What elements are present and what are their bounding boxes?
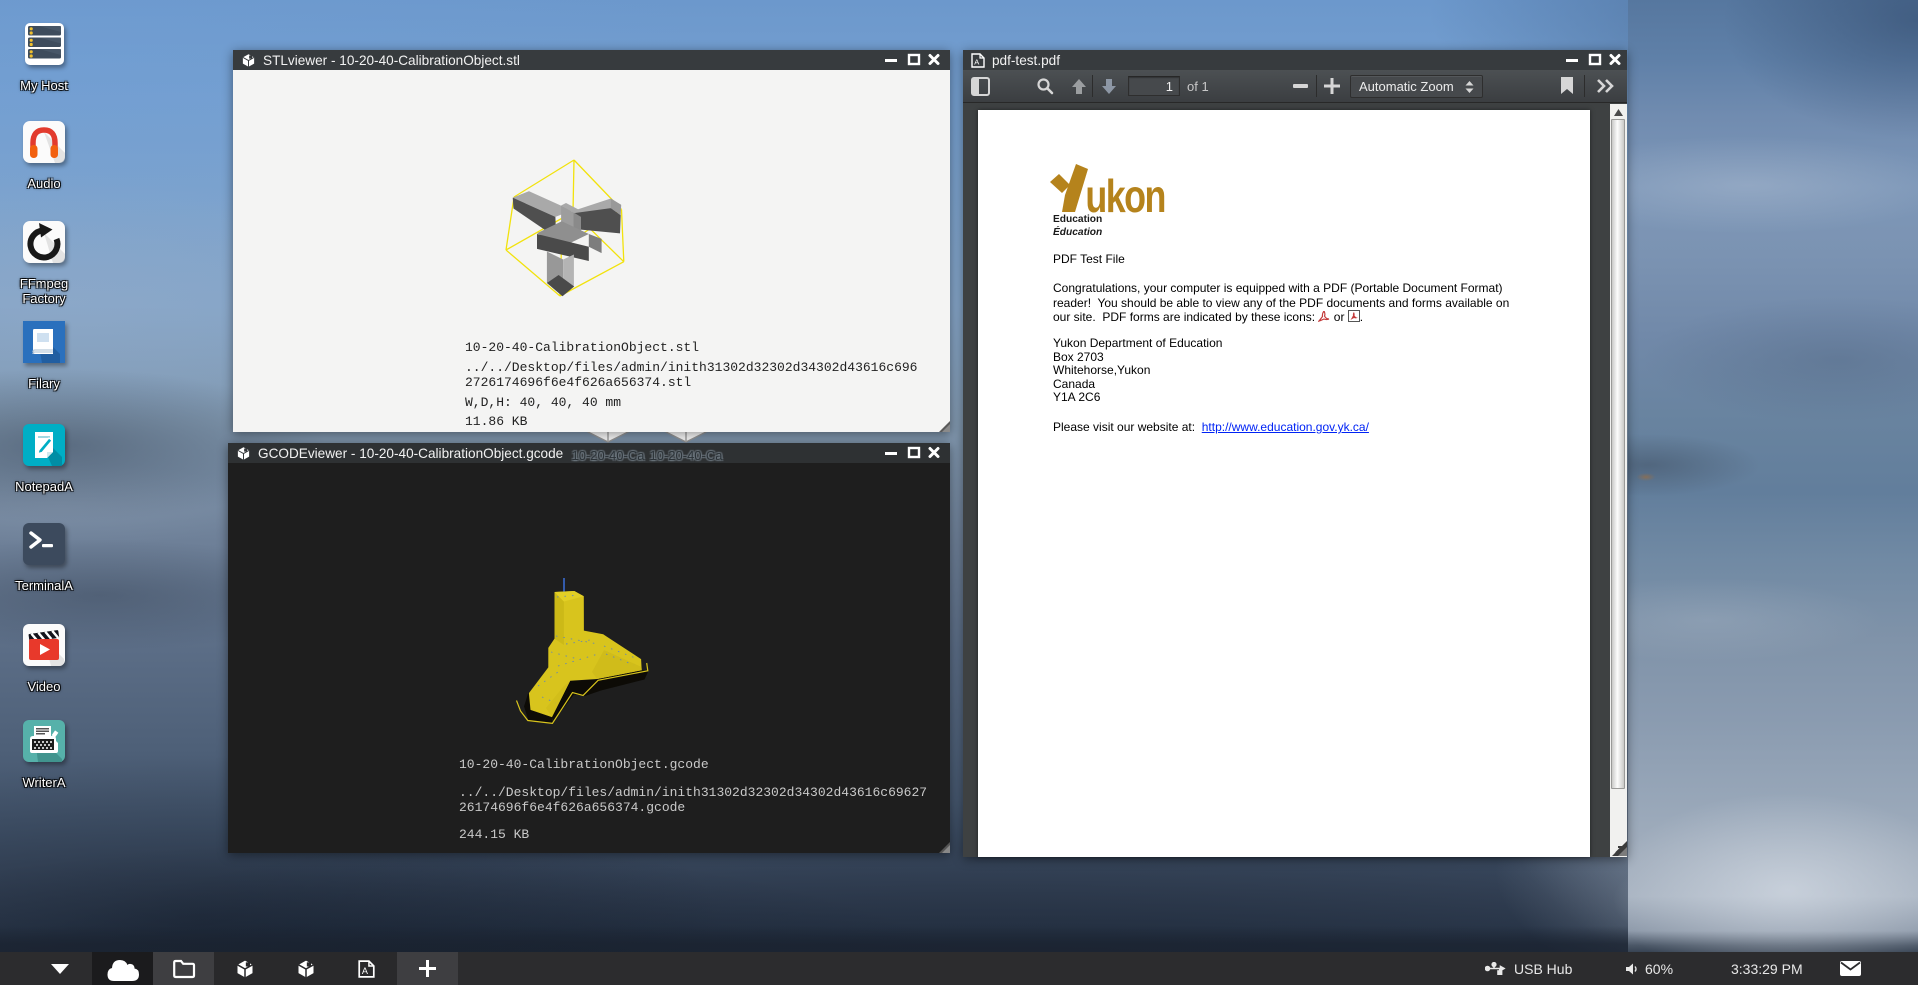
svg-text:A: A bbox=[974, 57, 979, 66]
svg-text:ukon: ukon bbox=[1085, 171, 1164, 217]
svg-text:A: A bbox=[362, 965, 369, 975]
